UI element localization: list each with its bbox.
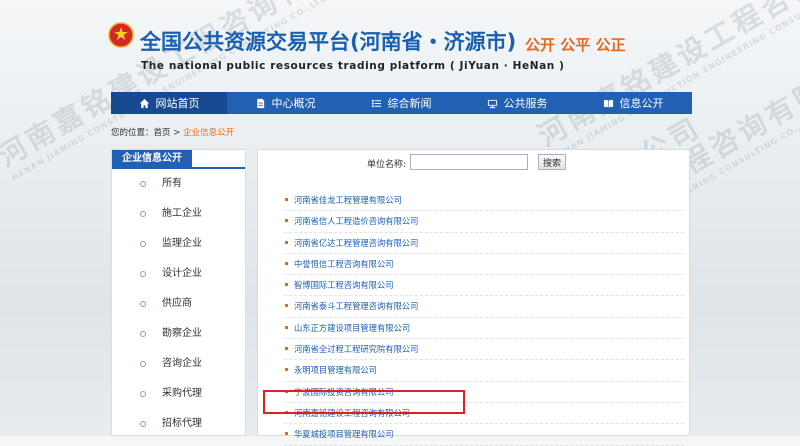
- company-name: 华夏城投项目管理有限公司: [294, 429, 394, 440]
- bullet-icon: [140, 181, 146, 187]
- nav-item-label: 综合新闻: [387, 97, 432, 110]
- site-header: 全国公共资源交易平台(河南省・济源市) 公开 公平 公正 The nationa…: [0, 0, 800, 90]
- sidebar-item-design[interactable]: 设计企业: [112, 259, 245, 289]
- nav-item-label: 公共服务: [503, 97, 548, 110]
- company-list-item[interactable]: 华夏城投项目管理有限公司: [284, 424, 684, 446]
- sidebar-item-label: 设计企业: [162, 268, 202, 279]
- list-icon: [371, 99, 381, 107]
- bullet-icon: [140, 391, 146, 397]
- sidebar-item-label: 供应商: [162, 298, 192, 309]
- breadcrumb-current: 企业信息公开: [183, 128, 235, 138]
- highlight-box: [263, 390, 465, 414]
- sidebar-item-label: 监理企业: [162, 238, 202, 249]
- breadcrumb-separator: >: [170, 128, 184, 138]
- main-nav: 网站首页 中心概况 综合新闻 公共服务 信息公开: [111, 92, 692, 114]
- sidebar-item-label: 咨询企业: [162, 358, 202, 369]
- company-list-item[interactable]: 中誉恒信工程咨询有限公司: [284, 254, 684, 276]
- company-list-item[interactable]: 智博国际工程咨询有限公司: [284, 275, 684, 297]
- bullet-icon: [285, 368, 288, 372]
- sidebar-item-label: 采购代理: [162, 388, 202, 399]
- sidebar-header: 企业信息公开: [112, 150, 245, 169]
- site-slogan: 公开 公平 公正: [525, 36, 626, 54]
- company-list-item[interactable]: 河南省亿达工程管理咨询有限公司: [284, 233, 684, 254]
- book-icon: [603, 99, 613, 108]
- sidebar-item-all[interactable]: 所有: [112, 169, 245, 199]
- bullet-icon: [140, 421, 146, 427]
- nav-item-news[interactable]: 综合新闻: [343, 92, 459, 114]
- sidebar-item-survey[interactable]: 勘察企业: [112, 319, 245, 349]
- sidebar-item-supervision[interactable]: 监理企业: [112, 229, 245, 259]
- company-list-item[interactable]: 河南省全过程工程研究院有限公司: [284, 339, 684, 361]
- bullet-icon: [140, 271, 146, 277]
- document-icon: [256, 98, 264, 108]
- monitor-icon: [487, 99, 497, 108]
- company-list-item[interactable]: 永明项目管理有限公司: [284, 360, 684, 382]
- site-title: 全国公共资源交易平台(河南省・济源市): [140, 30, 517, 54]
- national-emblem-icon: [108, 22, 134, 48]
- company-list-item[interactable]: 河南省泰斗工程管理咨询有限公司: [284, 296, 684, 318]
- bullet-icon: [285, 325, 288, 329]
- bullet-icon: [285, 198, 288, 201]
- bullet-icon: [285, 261, 288, 265]
- company-list-item[interactable]: 河南省信人工程造价咨询有限公司: [284, 211, 684, 233]
- sidebar-item-label: 施工企业: [162, 208, 202, 219]
- bullet-icon: [140, 301, 146, 307]
- sidebar-item-construction[interactable]: 施工企业: [112, 199, 245, 229]
- nav-item-public-service[interactable]: 公共服务: [459, 92, 575, 114]
- bullet-icon: [140, 331, 146, 337]
- nav-item-info-disclosure[interactable]: 信息公开: [575, 92, 691, 114]
- bullet-icon: [285, 240, 288, 244]
- company-name: 河南省佳龙工程管理有限公司: [294, 195, 402, 205]
- sidebar-item-label: 所有: [162, 178, 182, 189]
- company-name: 永明项目管理有限公司: [294, 365, 377, 376]
- bullet-icon: [285, 347, 288, 351]
- company-name: 山东正方建设项目管理有限公司: [294, 322, 411, 333]
- nav-item-overview[interactable]: 中心概况: [227, 92, 343, 114]
- nav-item-label: 信息公开: [619, 97, 664, 110]
- company-name: 中誉恒信工程咨询有限公司: [294, 258, 394, 269]
- sidebar-item-bidding-agent[interactable]: 招标代理: [112, 409, 245, 439]
- nav-item-label: 中心概况: [271, 97, 316, 110]
- nav-item-home[interactable]: 网站首页: [111, 92, 227, 114]
- breadcrumb-home-link[interactable]: 首页: [154, 128, 171, 138]
- company-name: 河南省全过程工程研究院有限公司: [294, 344, 419, 355]
- bullet-icon: [140, 241, 146, 247]
- bullet-icon: [285, 283, 288, 287]
- search-label: 单位名称:: [367, 160, 407, 170]
- company-list-item[interactable]: 山东正方建设项目管理有限公司: [284, 318, 684, 340]
- bullet-icon: [285, 304, 288, 308]
- company-name: 河南省泰斗工程管理咨询有限公司: [294, 301, 419, 312]
- company-name: 河南省亿达工程管理咨询有限公司: [294, 237, 419, 248]
- sidebar: 企业信息公开 所有 施工企业 监理企业 设计企业 供应商 勘察企业 咨询企业 采…: [111, 149, 246, 436]
- bullet-icon: [285, 432, 288, 436]
- search-button[interactable]: 搜索: [538, 154, 566, 170]
- sidebar-item-supplier[interactable]: 供应商: [112, 289, 245, 319]
- nav-item-label: 网站首页: [155, 97, 200, 110]
- company-name: 智博国际工程咨询有限公司: [294, 280, 394, 291]
- sidebar-item-procurement-agent[interactable]: 采购代理: [112, 379, 245, 409]
- bullet-icon: [285, 219, 288, 223]
- company-list-item[interactable]: 河南省佳龙工程管理有限公司: [284, 190, 684, 212]
- breadcrumb-prefix: 您的位置：: [111, 128, 154, 138]
- site-subtitle: The national public resources trading pl…: [141, 60, 565, 72]
- company-name-input[interactable]: [410, 154, 528, 170]
- bullet-icon: [140, 361, 146, 367]
- home-icon: [139, 98, 149, 108]
- sidebar-title: 企业信息公开: [112, 150, 192, 167]
- sidebar-item-label: 招标代理: [162, 418, 202, 429]
- bullet-icon: [140, 211, 146, 217]
- sidebar-item-label: 勘察企业: [162, 328, 202, 339]
- company-name: 河南省信人工程造价咨询有限公司: [294, 216, 419, 227]
- sidebar-item-consulting[interactable]: 咨询企业: [112, 349, 245, 379]
- breadcrumb: 您的位置：首页 > 企业信息公开: [111, 126, 234, 138]
